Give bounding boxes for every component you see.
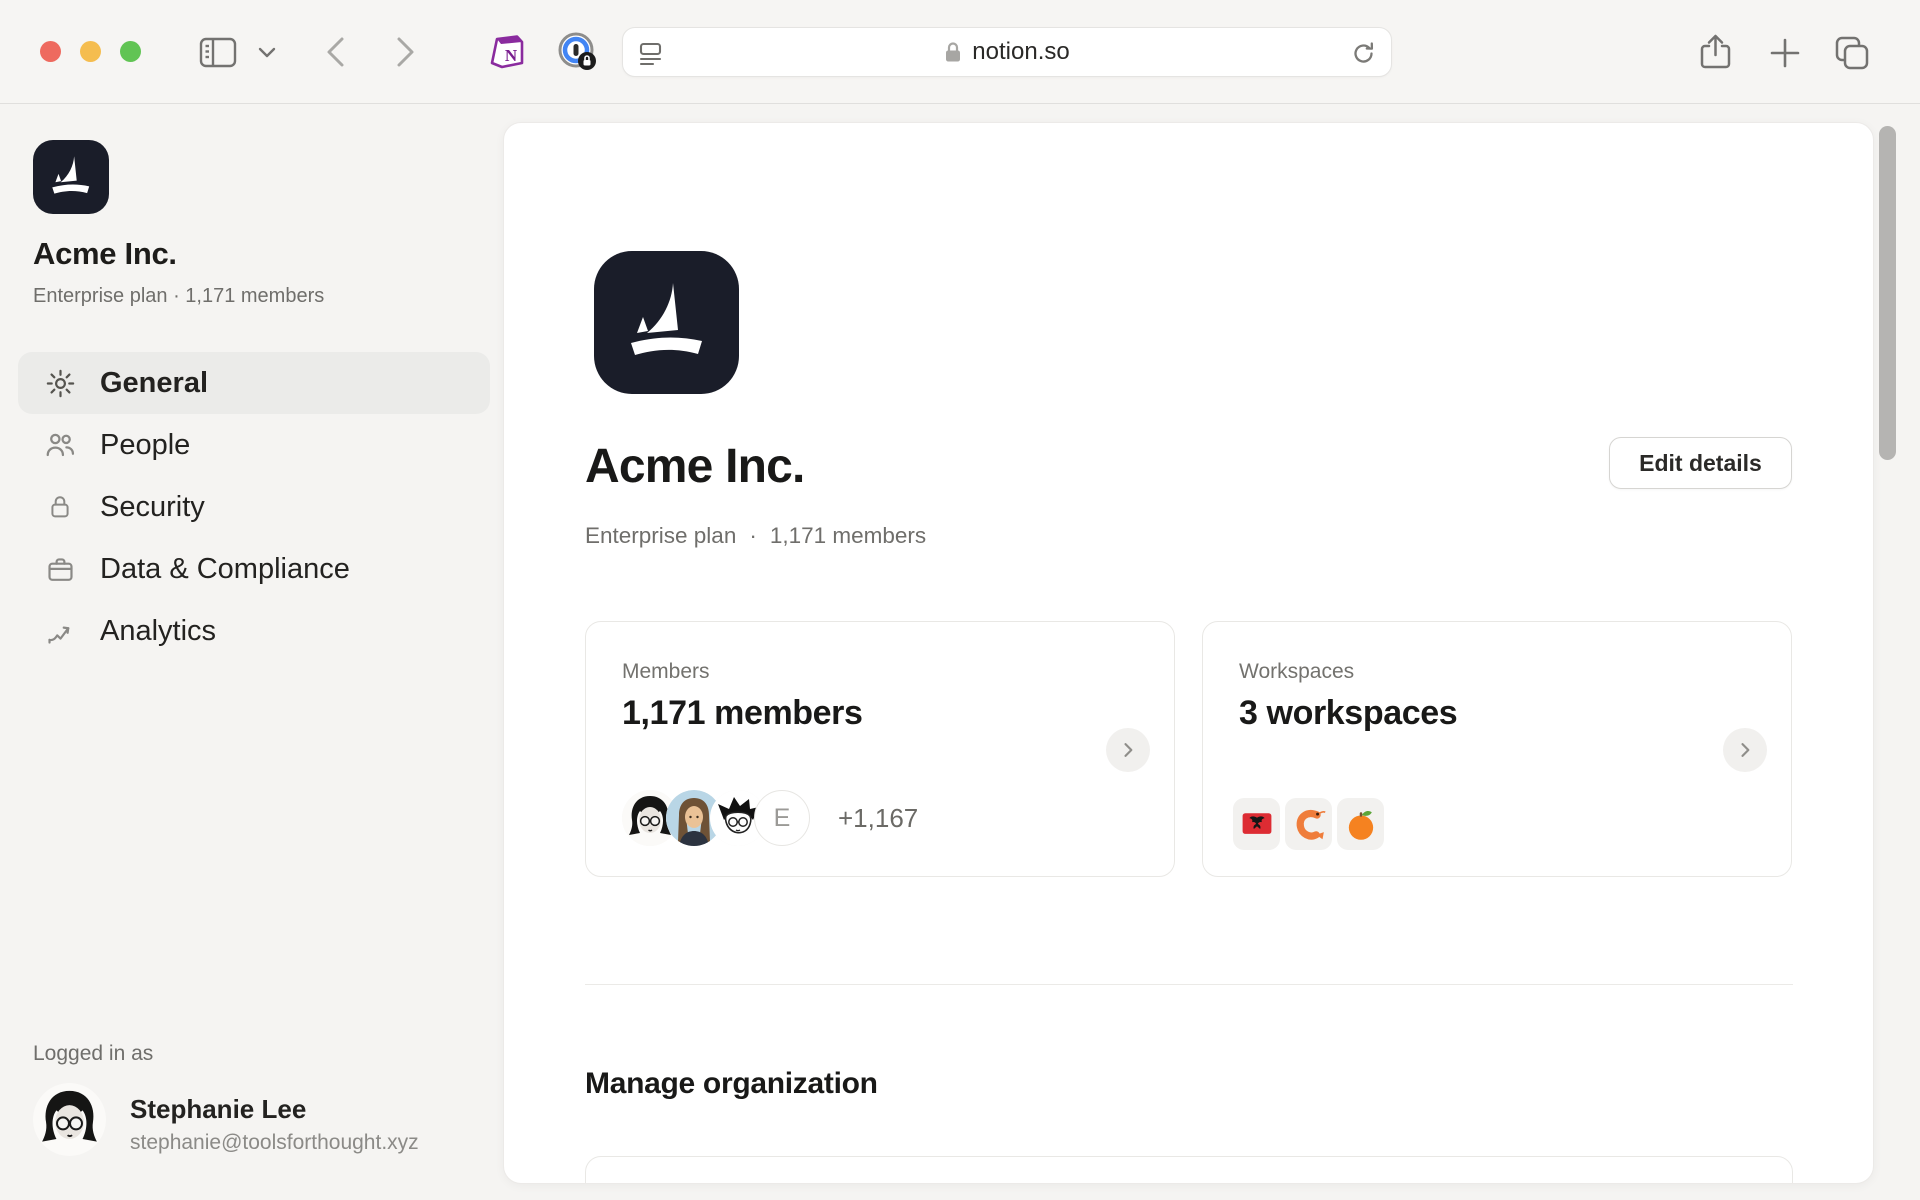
manage-organization-heading: Manage organization (585, 1067, 878, 1101)
lock-icon (44, 491, 76, 523)
sailboat-icon (45, 151, 97, 203)
logged-in-as-label: Logged in as (33, 1042, 153, 1066)
share-button[interactable] (1697, 33, 1734, 72)
forward-button[interactable] (396, 36, 415, 68)
user-email: stephanie@toolsforthought.xyz (130, 1131, 419, 1155)
workspace-emojis (1233, 798, 1384, 850)
sidebar-item-label: General (100, 367, 208, 400)
reload-icon[interactable] (1350, 40, 1377, 67)
albania-flag-emoji (1233, 798, 1280, 850)
tangerine-emoji (1337, 798, 1384, 850)
chevron-right-icon (1735, 740, 1755, 760)
members-card-label: Members (622, 660, 710, 684)
members-card-value: 1,171 members (622, 694, 863, 733)
sidebar-org-name: Acme Inc. (33, 236, 177, 272)
user-avatar[interactable] (33, 1083, 106, 1156)
plan-label: Enterprise plan (585, 523, 736, 549)
workspaces-card-label: Workspaces (1239, 660, 1354, 684)
separator-dot: · (749, 523, 757, 549)
url-text: notion.so (972, 38, 1069, 66)
sidebar-item-general[interactable]: General (18, 352, 490, 414)
edit-details-button[interactable]: Edit details (1609, 437, 1792, 489)
settings-nav: General People Security (18, 352, 490, 662)
settings-main-panel: Acme Inc. Edit details Enterprise plan ·… (503, 122, 1874, 1184)
notion-extension-icon[interactable]: N (487, 32, 527, 72)
sidebar-item-label: Data & Compliance (100, 553, 350, 586)
members-card-chevron-button[interactable] (1106, 728, 1150, 772)
workspaces-card-chevron-button[interactable] (1723, 728, 1767, 772)
new-tab-button[interactable] (1768, 36, 1802, 70)
onepassword-extension-icon[interactable] (557, 31, 599, 73)
traffic-lights (40, 41, 141, 62)
minimize-window-button[interactable] (80, 41, 101, 62)
back-button[interactable] (326, 36, 345, 68)
member-avatars: E +1,167 (622, 790, 918, 846)
sailboat-icon (617, 273, 717, 373)
chevron-down-icon[interactable] (258, 47, 276, 58)
scrollbar-thumb[interactable] (1879, 126, 1896, 460)
org-meta-line: Enterprise plan · 1,171 members (585, 523, 926, 549)
sidebar-org-meta: Enterprise plan · 1,171 members (33, 285, 324, 308)
members-card[interactable]: Members 1,171 members (585, 621, 1175, 877)
avatar-letter: E (774, 804, 791, 833)
section-divider (585, 984, 1793, 985)
zoom-window-button[interactable] (120, 41, 141, 62)
letter-avatar: E (754, 790, 810, 846)
overflow-count: +1,167 (838, 803, 918, 834)
address-bar[interactable]: notion.so (622, 27, 1392, 77)
sidebar-item-data-compliance[interactable]: Data & Compliance (18, 538, 490, 600)
user-name: Stephanie Lee (130, 1094, 306, 1125)
gear-icon (44, 367, 76, 399)
trend-chart-icon (44, 615, 76, 647)
members-count-label: 1,171 members (770, 523, 926, 549)
browser-chrome: N (0, 0, 1920, 104)
chevron-right-icon (1118, 740, 1138, 760)
tab-overview-button[interactable] (1833, 34, 1871, 72)
close-window-button[interactable] (40, 41, 61, 62)
lock-icon (944, 41, 962, 63)
workspaces-card-value: 3 workspaces (1239, 694, 1457, 733)
people-icon (44, 429, 76, 461)
cartoon-woman-avatar (33, 1083, 106, 1156)
sidebar-item-security[interactable]: Security (18, 476, 490, 538)
sidebar-item-label: Analytics (100, 615, 216, 648)
page-title: Acme Inc. (585, 439, 805, 494)
svg-text:N: N (505, 46, 518, 65)
sidebar-item-analytics[interactable]: Analytics (18, 600, 490, 662)
org-logo-small (33, 140, 109, 214)
briefcase-icon (44, 553, 76, 585)
sidebar-toggle-icon[interactable] (199, 37, 237, 68)
sidebar-item-people[interactable]: People (18, 414, 490, 476)
reader-view-icon[interactable] (639, 41, 665, 66)
sidebar-item-label: People (100, 429, 190, 462)
workspaces-card[interactable]: Workspaces 3 workspaces (1202, 621, 1792, 877)
manage-organization-card[interactable] (585, 1156, 1793, 1184)
shrimp-emoji (1285, 798, 1332, 850)
sidebar-item-label: Security (100, 491, 205, 524)
org-logo-large (594, 251, 739, 394)
